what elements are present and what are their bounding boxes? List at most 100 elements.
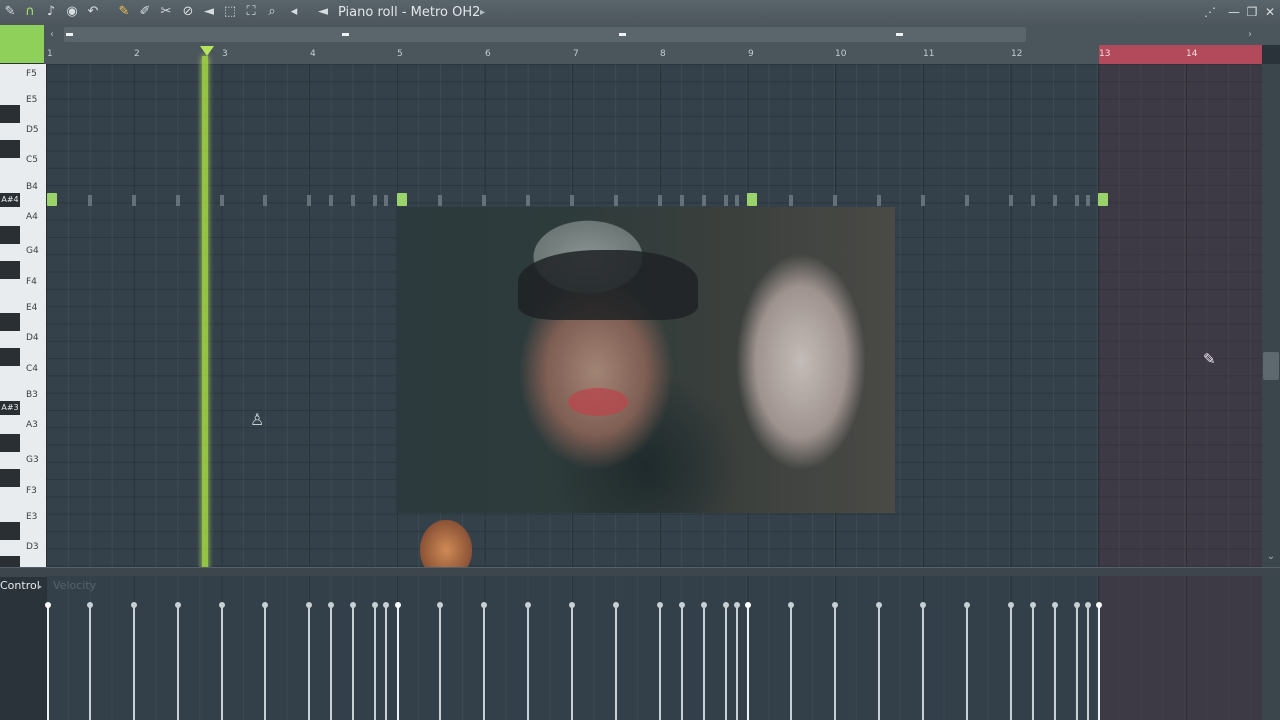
delete-tool-icon[interactable]: ✂ (157, 3, 175, 21)
velocity-bar[interactable] (569, 602, 575, 720)
black-key[interactable] (0, 140, 20, 158)
note[interactable] (1098, 193, 1108, 206)
velocity-bar[interactable] (745, 602, 751, 720)
velocity-bar[interactable] (964, 602, 970, 720)
velocity-bar[interactable] (383, 602, 389, 720)
velocity-bar[interactable] (701, 602, 707, 720)
velocity-bar[interactable] (723, 602, 729, 720)
record-icon[interactable]: ◉ (63, 3, 81, 21)
note[interactable] (384, 195, 388, 206)
velocity-bar[interactable] (219, 602, 225, 720)
velocity-bar[interactable] (525, 602, 531, 720)
note[interactable] (373, 195, 377, 206)
black-key[interactable] (0, 469, 20, 487)
velocity-bar[interactable] (262, 602, 268, 720)
note[interactable] (329, 195, 333, 206)
undo-icon[interactable]: ↶ (84, 3, 102, 21)
velocity-bar[interactable] (395, 602, 401, 720)
tool-corner[interactable] (0, 25, 44, 63)
velocity-bar[interactable] (1008, 602, 1014, 720)
black-key[interactable] (0, 348, 20, 366)
velocity-bar[interactable] (87, 602, 93, 720)
event-scrollbar[interactable] (1262, 576, 1280, 720)
velocity-bar[interactable] (876, 602, 882, 720)
scroll-right-icon[interactable]: › (1248, 27, 1252, 42)
velocity-bar[interactable] (613, 602, 619, 720)
note[interactable] (307, 195, 311, 206)
velocity-bar[interactable] (175, 602, 181, 720)
control-target-label[interactable]: Control (0, 579, 40, 593)
note[interactable] (921, 195, 925, 206)
mute-tool-icon[interactable]: ⊘ (179, 3, 197, 21)
note[interactable] (1086, 195, 1090, 206)
note[interactable] (735, 195, 739, 206)
note[interactable] (132, 195, 136, 206)
velocity-bar[interactable] (45, 602, 51, 720)
scroll-track[interactable] (64, 27, 1026, 42)
note[interactable] (176, 195, 180, 206)
playback-tool-icon[interactable]: ◂ (285, 3, 303, 21)
vertical-scroll-thumb[interactable] (1263, 352, 1279, 380)
velocity-bar[interactable] (350, 602, 356, 720)
velocity-bar[interactable] (1030, 602, 1036, 720)
slice-tool-icon[interactable]: ◄ (200, 3, 218, 21)
note[interactable] (263, 195, 267, 206)
velocity-bar[interactable] (1085, 602, 1091, 720)
velocity-bar[interactable] (832, 602, 838, 720)
playhead-marker[interactable] (200, 46, 214, 56)
note[interactable] (965, 195, 969, 206)
snap-window-icon[interactable]: ⋰ (1202, 3, 1218, 21)
black-key[interactable] (0, 226, 20, 244)
velocity-bar[interactable] (679, 602, 685, 720)
note[interactable] (1009, 195, 1013, 206)
velocity-bar[interactable] (328, 602, 334, 720)
black-key[interactable] (0, 522, 20, 540)
scroll-left-icon[interactable]: ‹ (50, 27, 54, 42)
black-key[interactable] (0, 313, 20, 331)
select-tool-icon[interactable]: ⬚ (221, 3, 239, 21)
note[interactable] (570, 195, 574, 206)
event-editor[interactable] (46, 576, 1262, 720)
note[interactable] (1053, 195, 1057, 206)
options-menu-icon[interactable]: ✎ (1, 3, 19, 21)
note[interactable] (658, 195, 662, 206)
vertical-scrollbar[interactable] (1262, 64, 1280, 567)
magnet-snap-icon[interactable]: ∩ (21, 3, 39, 21)
velocity-bar[interactable] (1096, 602, 1102, 720)
note[interactable] (1075, 195, 1079, 206)
velocity-bar[interactable] (788, 602, 794, 720)
note[interactable] (680, 195, 684, 206)
note[interactable] (747, 193, 757, 206)
note[interactable] (351, 195, 355, 206)
zoom-tool-icon[interactable]: ⌕ (263, 3, 281, 21)
note[interactable] (482, 195, 486, 206)
title-menu-arrow-icon[interactable]: ▸ (480, 4, 485, 21)
velocity-bar[interactable] (131, 602, 137, 720)
maximize-button[interactable]: ❐ (1244, 3, 1260, 21)
note[interactable] (1031, 195, 1035, 206)
velocity-bar[interactable] (481, 602, 487, 720)
note-icon[interactable]: ♪ (42, 3, 60, 21)
note[interactable] (47, 193, 57, 206)
velocity-bar[interactable] (657, 602, 663, 720)
velocity-bar[interactable] (372, 602, 378, 720)
black-key[interactable] (0, 434, 20, 452)
velocity-bar[interactable] (437, 602, 443, 720)
scroll-down-icon[interactable]: ⌄ (1262, 548, 1280, 566)
note[interactable] (220, 195, 224, 206)
black-key[interactable] (0, 105, 20, 123)
minimize-button[interactable]: — (1226, 3, 1242, 21)
velocity-bar[interactable] (920, 602, 926, 720)
note[interactable] (789, 195, 793, 206)
note[interactable] (88, 195, 92, 206)
note[interactable] (526, 195, 530, 206)
note[interactable] (724, 195, 728, 206)
window-title[interactable]: Piano roll - Metro OH2 (338, 4, 480, 21)
zoom-region-icon[interactable]: ⛶ (242, 3, 260, 21)
note[interactable] (438, 195, 442, 206)
note[interactable] (702, 195, 706, 206)
draw-tool-icon[interactable]: ✎ (115, 3, 133, 21)
note[interactable] (397, 193, 407, 206)
velocity-bar[interactable] (734, 602, 740, 720)
speaker-icon[interactable]: ◄ (314, 3, 332, 21)
